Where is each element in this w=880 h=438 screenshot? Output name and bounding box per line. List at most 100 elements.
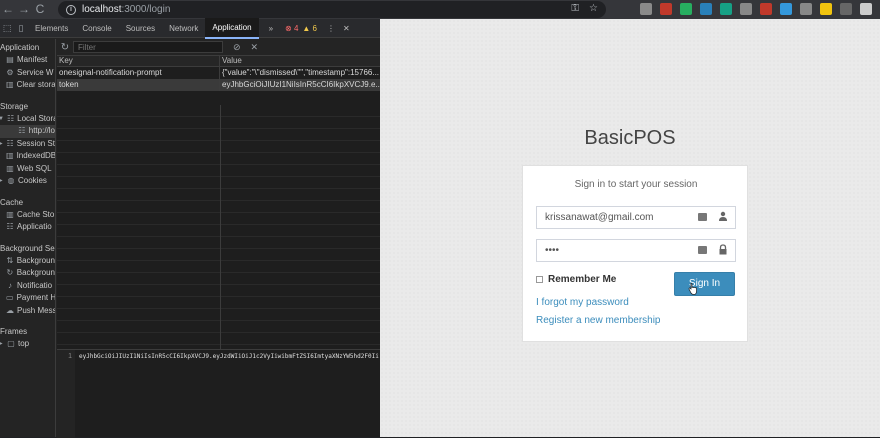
- password-input[interactable]: [537, 240, 697, 261]
- inspect-icon[interactable]: ⬚: [0, 23, 14, 34]
- application-sidebar: Application ▤ Manifest ⚙ Service W ▥ Clear …: [0, 39, 56, 437]
- lock-icon: [717, 244, 729, 256]
- login-box-message: Sign in to start your session: [574, 179, 698, 190]
- storage-view: ↻ ⊘ ✕ Key Value onesignal-notification-p…: [57, 39, 380, 438]
- sidebar-item-indexeddb[interactable]: ▥ IndexedDB: [0, 150, 55, 163]
- extension-icon[interactable]: [800, 3, 812, 15]
- extension-icon[interactable]: [860, 3, 872, 15]
- email-field: [536, 206, 736, 229]
- value-preview-text[interactable]: eyJhbGciOiJIUzI1NiIsInR5cCI6IkpXVCJ9.eyJ…: [79, 353, 379, 360]
- collapsed-triangle-icon[interactable]: ▶: [0, 175, 4, 188]
- hand-cursor-icon: [688, 283, 697, 295]
- database-icon: ▥: [6, 80, 14, 90]
- kebab-menu-icon[interactable]: ⋮: [327, 24, 335, 33]
- sidebar-item-background-fetch[interactable]: ⇅ Backgroun: [0, 255, 55, 268]
- device-toggle-icon[interactable]: ▯: [14, 23, 28, 34]
- tab-console[interactable]: Console: [75, 19, 118, 38]
- sidebar-section-storage: Storage: [0, 101, 29, 111]
- grid-icon: ☷: [6, 222, 14, 232]
- row-value: eyJhbGciOiJIUzI1NiIsInR5cCI6IkpXVCJ9.e..…: [222, 80, 380, 89]
- email-input[interactable]: [537, 207, 697, 228]
- sidebar-item-notifications[interactable]: ♪ Notificatio: [0, 280, 55, 293]
- forward-arrow-icon[interactable]: →: [16, 0, 32, 19]
- remember-me: Remember Me: [536, 274, 616, 285]
- sidebar-section-cache: Cache: [0, 197, 24, 207]
- address-bar[interactable]: i localhost:3000/login ⚿ ☆: [58, 1, 606, 18]
- devtools-tabbar: ⬚ ▯ Elements Console Sources Network App…: [0, 17, 380, 39]
- empty-table-area: [57, 105, 380, 351]
- table-header: Key Value: [57, 56, 380, 67]
- document-icon: ▤: [6, 55, 14, 65]
- tab-application[interactable]: Application: [205, 17, 259, 39]
- back-arrow-icon[interactable]: ←: [0, 0, 16, 19]
- extension-icon[interactable]: [840, 3, 852, 15]
- collapsed-triangle-icon[interactable]: ▶: [0, 338, 4, 351]
- extension-icon[interactable]: [820, 3, 832, 15]
- sidebar-item-local-origin[interactable]: ☷ http://lo: [0, 125, 55, 138]
- remember-me-label[interactable]: Remember Me: [548, 274, 616, 285]
- column-header-key[interactable]: Key: [57, 56, 220, 66]
- password-field: [536, 239, 736, 262]
- remember-me-checkbox[interactable]: [536, 276, 543, 283]
- extension-icon[interactable]: [720, 3, 732, 15]
- reload-icon[interactable]: C: [32, 0, 48, 19]
- sidebar-item-websql[interactable]: ▥ Web SQL: [0, 163, 55, 176]
- sidebar-item-cookies[interactable]: ▶◍Cookies: [0, 175, 55, 188]
- extension-icon[interactable]: [760, 3, 772, 15]
- autofill-icon[interactable]: [698, 213, 707, 221]
- line-number: 1: [57, 350, 75, 438]
- user-icon: [717, 211, 729, 223]
- column-header-value[interactable]: Value: [220, 56, 380, 66]
- collapsed-triangle-icon[interactable]: ▶: [0, 138, 3, 151]
- sidebar-item-service-workers[interactable]: ⚙ Service W: [0, 67, 55, 80]
- star-icon[interactable]: ☆: [589, 3, 598, 14]
- cookie-icon: ◍: [7, 176, 15, 186]
- sidebar-section-frames: Frames: [0, 327, 28, 336]
- extension-icon[interactable]: [660, 3, 672, 15]
- close-devtools-icon[interactable]: ✕: [343, 24, 350, 33]
- info-icon[interactable]: i: [66, 4, 76, 15]
- extension-icon[interactable]: [740, 3, 752, 15]
- row-key: onesignal-notification-prompt: [57, 67, 220, 79]
- extension-icon[interactable]: [700, 3, 712, 15]
- tab-sources[interactable]: Sources: [119, 19, 162, 38]
- key-icon[interactable]: ⚿: [571, 3, 579, 14]
- clear-all-icon[interactable]: ⊘: [233, 42, 241, 53]
- url-text[interactable]: localhost:3000/login: [82, 4, 170, 15]
- filter-input[interactable]: [73, 41, 223, 53]
- sidebar-item-clear-storage[interactable]: ▥ Clear stora: [0, 79, 55, 92]
- sync-icon: ↻: [6, 268, 14, 278]
- sidebar-item-local-storage[interactable]: ▼☷Local Stora: [0, 113, 55, 126]
- table-row[interactable]: onesignal-notification-prompt {"value":"…: [57, 67, 380, 79]
- sidebar-item-cache-storage[interactable]: ▥ Cache Sto: [0, 209, 55, 222]
- sidebar-item-session-storage[interactable]: ▶☷Session St: [0, 138, 55, 151]
- warning-count-badge[interactable]: ▲ 6: [302, 24, 317, 33]
- autofill-icon[interactable]: [698, 246, 707, 254]
- grid-icon: ☷: [18, 126, 26, 136]
- error-count-badge[interactable]: ⊗ 4: [285, 24, 298, 33]
- more-tabs-icon[interactable]: »: [269, 24, 273, 33]
- tab-elements[interactable]: Elements: [28, 19, 75, 38]
- extension-icon[interactable]: [780, 3, 792, 15]
- register-link[interactable]: Register a new membership: [536, 315, 661, 326]
- delete-selected-icon[interactable]: ✕: [251, 42, 259, 53]
- refresh-icon[interactable]: ↻: [57, 42, 73, 53]
- sidebar-item-push-messaging[interactable]: ☁ Push Mess: [0, 305, 55, 318]
- tab-network[interactable]: Network: [162, 19, 205, 38]
- extension-icon[interactable]: [680, 3, 692, 15]
- sidebar-item-manifest[interactable]: ▤ Manifest: [0, 54, 55, 67]
- sidebar-item-application-cache[interactable]: ☷ Applicatio: [0, 221, 55, 234]
- sidebar-item-background-sync[interactable]: ↻ Backgroun: [0, 267, 55, 280]
- card-icon: ▭: [6, 293, 14, 303]
- arrows-updown-icon: ⇅: [6, 255, 14, 265]
- extension-icon[interactable]: [640, 3, 652, 15]
- sign-in-button[interactable]: Sign In: [674, 272, 735, 296]
- browser-toolbar: ← → C i localhost:3000/login ⚿ ☆: [0, 0, 880, 19]
- table-row[interactable]: token eyJhbGciOiJIUzI1NiIsInR5cCI6IkpXVC…: [57, 79, 380, 91]
- row-key: token: [57, 79, 220, 91]
- expanded-triangle-icon[interactable]: ▼: [0, 113, 4, 126]
- brand-title: BasicPOS: [584, 127, 676, 149]
- forgot-password-link[interactable]: I forgot my password: [536, 297, 629, 308]
- sidebar-item-top-frame[interactable]: ▶▢top: [0, 338, 55, 351]
- sidebar-item-payment-handler[interactable]: ▭ Payment H: [0, 292, 55, 305]
